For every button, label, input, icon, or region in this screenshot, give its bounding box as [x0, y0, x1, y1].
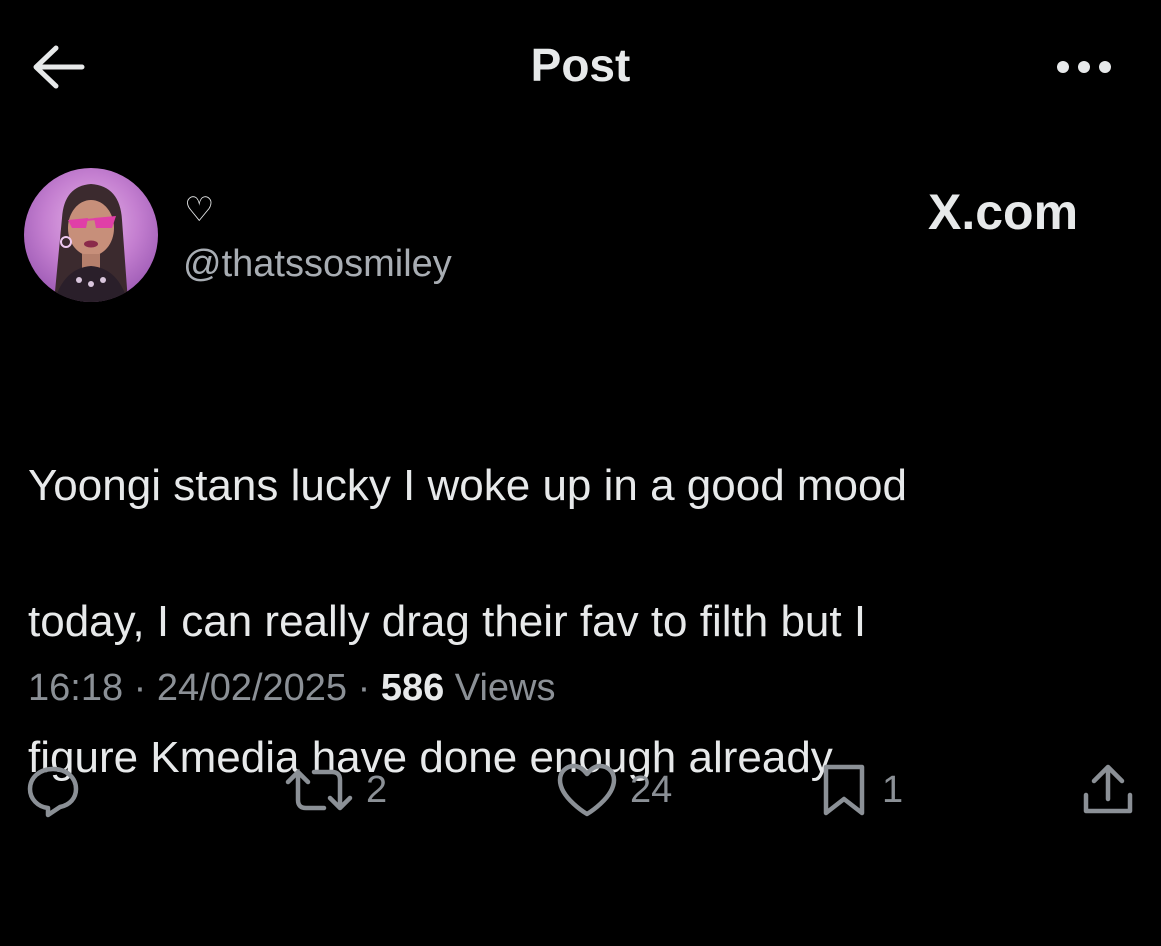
author-handle[interactable]: @thatssosmiley	[183, 242, 452, 286]
reply-icon	[27, 766, 79, 818]
bookmark-button[interactable]: 1	[818, 760, 903, 820]
share-icon	[1083, 764, 1133, 814]
avatar-pink-doll	[54, 184, 128, 302]
like-button[interactable]: 24	[556, 760, 672, 820]
views-label: Views	[444, 667, 556, 709]
share-button[interactable]	[1078, 760, 1138, 820]
arrow-left-icon	[33, 45, 85, 89]
post-time[interactable]: 16:18	[28, 667, 123, 709]
avatar[interactable]	[24, 168, 158, 302]
meta-separator: ·	[347, 667, 381, 709]
post-date[interactable]: 24/02/2025	[157, 667, 347, 709]
post-text-line: Yoongi stans lucky I woke up in a good m…	[28, 461, 907, 510]
heart-icon	[557, 763, 617, 817]
back-button[interactable]	[28, 40, 88, 94]
post-text-line: today, I can really drag their fav to fi…	[28, 597, 867, 646]
more-dots-icon	[1057, 61, 1111, 73]
meta-separator: ·	[123, 667, 157, 709]
bookmark-count: 1	[882, 768, 904, 811]
like-count: 24	[630, 768, 673, 811]
repost-count: 2	[366, 768, 388, 811]
post-meta: 16:18 · 24/02/2025 · 586 Views	[28, 664, 556, 712]
more-options-button[interactable]	[1052, 52, 1116, 82]
repost-button[interactable]: 2	[284, 760, 387, 820]
author-display-name[interactable]: ♡	[184, 190, 214, 230]
views-count: 586	[380, 667, 445, 709]
repost-icon	[285, 769, 353, 811]
x-com-watermark: X.com	[928, 184, 1079, 240]
bookmark-icon	[823, 764, 865, 816]
page-title: Post	[530, 39, 631, 91]
reply-button[interactable]	[24, 760, 82, 820]
